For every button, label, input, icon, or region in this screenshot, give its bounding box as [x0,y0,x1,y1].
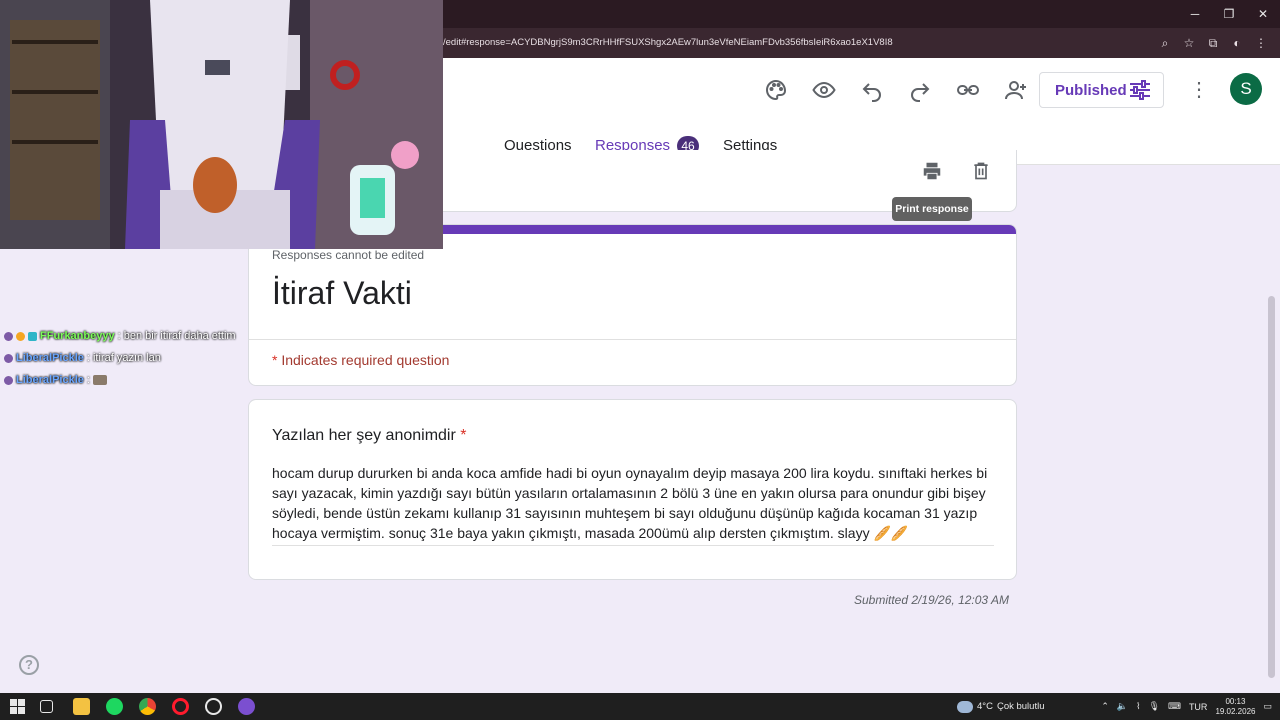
add-collaborator-icon[interactable] [992,78,1040,102]
avatar[interactable]: S [1230,73,1262,105]
chevron-up-icon[interactable]: ⌃ [1101,701,1109,712]
header-toolbar [752,78,1040,102]
question-title-text: Yazılan her şey anonimdir [272,427,456,444]
minimize-icon[interactable]: ─ [1178,0,1212,28]
required-star: * [272,352,278,368]
preview-eye-icon[interactable] [800,78,848,102]
published-button[interactable]: Published [1039,72,1164,108]
required-note-text: Indicates required question [281,352,450,368]
url-text[interactable]: /edit#response=ACYDBNgrjS9m3CRrHHfFSUXSh… [443,37,893,48]
question-answer: hocam durup dururken bi anda koca amfide… [272,463,994,546]
print-response-tooltip: Print response [892,197,972,221]
chat-text: : [86,374,90,386]
chat-message: FFurkanbeyyy : ben bir itiraf daha ettim [4,325,236,347]
extensions-icon[interactable]: ⧉ [1204,34,1222,52]
keyboard-icon[interactable]: ⌨ [1168,701,1181,712]
cloud-icon [957,700,973,713]
bookmark-star-icon[interactable]: ☆ [1180,34,1198,52]
webcam-image [0,0,443,249]
window-controls: ─ ❐ ✕ [1178,0,1280,28]
language-indicator[interactable]: TUR [1189,702,1208,712]
badge-icon [4,353,13,363]
file-explorer-icon[interactable] [73,698,90,715]
taskbar: 4°C Çok bulutlu ⌃ 🔈 ⌇ 🎙 ⌨ TUR 00:13 19.0… [0,693,1280,720]
chat-username: FFurkanbeyyy [40,330,115,342]
opera-icon[interactable] [172,698,189,715]
palette-icon[interactable] [752,78,800,102]
obs-icon[interactable] [205,698,222,715]
zoom-icon[interactable]: ⌕ [1156,34,1174,52]
chat-message: LiberalPickle : [4,369,236,391]
system-tray: ⌃ 🔈 ⌇ 🎙 ⌨ TUR 00:13 19.02.2026 ▭ [1101,693,1272,720]
webcam-overlay [0,0,443,249]
windows-start-icon[interactable] [9,698,26,715]
link-icon[interactable] [944,78,992,102]
task-view-icon[interactable] [40,700,53,713]
question-title: Yazılan her şey anonimdir * [272,427,466,445]
required-star: * [460,427,467,444]
published-label: Published [1055,81,1127,99]
badge-icon [16,331,25,341]
close-icon[interactable]: ✕ [1246,0,1280,28]
app-icon[interactable] [238,698,255,715]
chat-message: LiberalPickle : itiraf yazın lan [4,347,236,369]
weather-widget[interactable]: 4°C Çok bulutlu [957,698,1044,715]
weather-desc: Çok bulutlu [996,701,1045,712]
notifications-icon[interactable]: ▭ [1263,701,1272,712]
badge-icon [4,331,13,341]
address-bar-icons: ⌕ ☆ ⧉ ◐ ⋮ [1156,34,1270,52]
chat-username: LiberalPickle [16,374,84,386]
redo-icon[interactable] [896,78,944,102]
network-icon[interactable]: ⌇ [1136,701,1140,712]
undo-icon[interactable] [848,78,896,102]
clock[interactable]: 00:13 19.02.2026 [1215,697,1255,717]
required-note: * Indicates required question [272,352,449,368]
chat-text: : ben bir itiraf daha ettim [117,330,236,342]
print-icon[interactable] [921,160,943,182]
weather-temp: 4°C [977,701,993,712]
clock-time: 00:13 [1225,696,1246,706]
restore-icon[interactable]: ❐ [1212,0,1246,28]
spotify-icon[interactable] [106,698,123,715]
profile-icon[interactable]: ◐ [1228,34,1246,52]
badge-icon [28,331,37,341]
more-options-icon[interactable]: ⋮ [1189,78,1209,102]
chat-username: LiberalPickle [16,352,84,364]
submitted-timestamp: Submitted 2/19/26, 12:03 AM [854,593,1009,607]
microphone-icon[interactable]: 🎙 [1149,701,1160,712]
clock-date: 19.02.2026 [1215,706,1256,716]
emote-icon [92,375,107,385]
chat-text: : itiraf yazın lan [86,352,161,364]
volume-icon[interactable]: 🔈 [1117,701,1128,712]
chrome-icon[interactable] [139,698,156,715]
browser-menu-icon[interactable]: ⋮ [1252,34,1270,52]
cannot-edit-note: Responses cannot be edited [272,248,425,262]
stream-chat-overlay: FFurkanbeyyy : ben bir itiraf daha ettim… [4,325,236,391]
delete-icon[interactable] [971,160,991,182]
question-card: Yazılan her şey anonimdir * hocam durup … [248,399,1017,580]
help-icon[interactable]: ? [19,655,39,675]
form-title: İtiraf Vakti [272,275,412,311]
divider [249,339,1016,340]
tune-icon [1130,80,1150,100]
badge-icon [4,375,13,385]
scrollbar[interactable] [1268,296,1275,678]
